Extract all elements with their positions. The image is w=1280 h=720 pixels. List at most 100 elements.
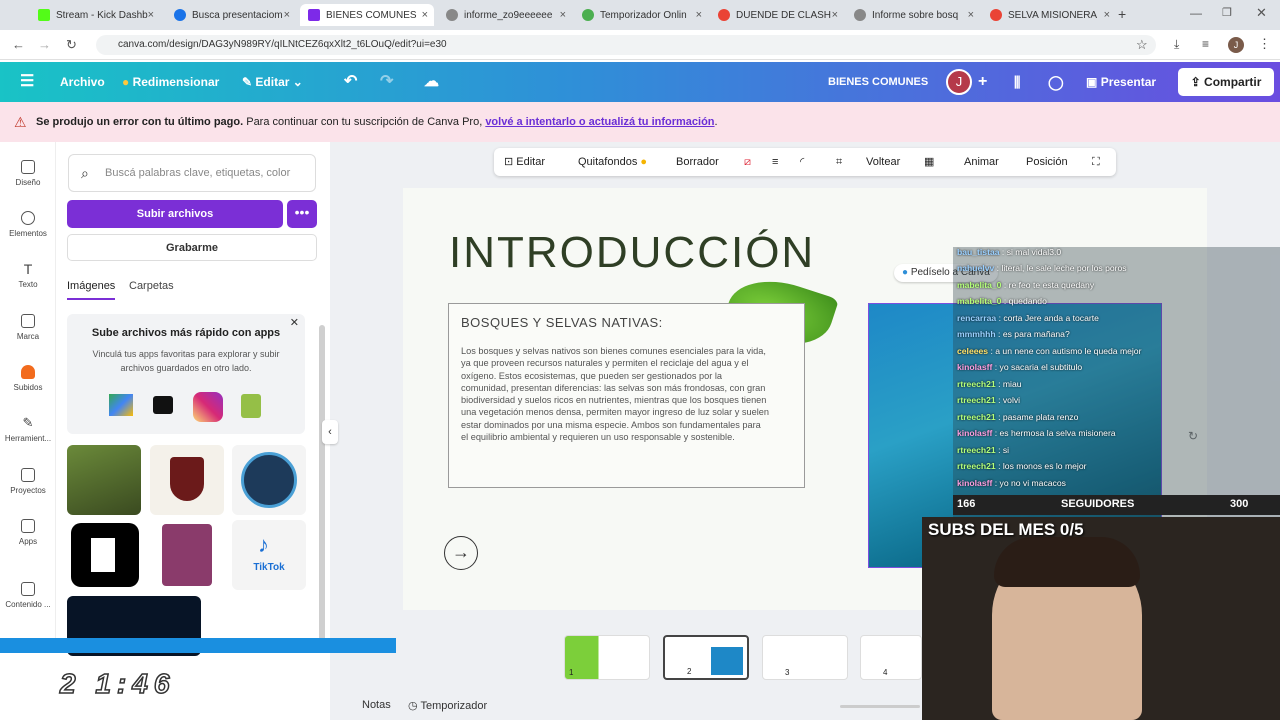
edit-menu[interactable]: ✎ Editar ⌄ bbox=[242, 62, 303, 102]
maximize-button[interactable]: ❐ bbox=[1222, 6, 1232, 19]
download-icon[interactable]: ⤓ bbox=[1174, 37, 1179, 52]
close-icon[interactable]: × bbox=[560, 9, 566, 21]
file-menu[interactable]: Archivo bbox=[60, 62, 105, 102]
panel-scrollbar[interactable] bbox=[319, 325, 325, 645]
crest-icon bbox=[170, 457, 204, 501]
rail-design[interactable]: Diseño bbox=[0, 160, 56, 187]
globe-icon bbox=[854, 9, 866, 21]
tiktok-thumbnail[interactable]: ♪ TikTok bbox=[232, 520, 306, 590]
back-icon[interactable]: ← bbox=[12, 37, 25, 52]
close-icon[interactable]: × bbox=[422, 9, 428, 21]
bg-remover-button[interactable]: Quitafondos ● bbox=[578, 148, 647, 176]
slide-title[interactable]: INTRODUCCIÓN bbox=[449, 228, 815, 278]
flip-button[interactable]: Voltear bbox=[866, 148, 900, 176]
comment-icon[interactable]: ◯ bbox=[1048, 62, 1064, 102]
browser-tab-1[interactable]: Stream - Kick Dashb × bbox=[30, 4, 160, 26]
collaborator-avatar[interactable]: J bbox=[946, 69, 972, 95]
forward-icon[interactable]: → bbox=[38, 37, 51, 52]
corner-radius-icon[interactable]: ◜ bbox=[800, 148, 804, 176]
search-input[interactable]: ⌕ Buscá palabras clave, etiquetas, color bbox=[68, 154, 316, 192]
tab-images[interactable]: Imágenes bbox=[67, 280, 116, 300]
instagram-icon[interactable] bbox=[193, 392, 223, 422]
rail-tools[interactable]: ✎ Herramient... bbox=[0, 416, 56, 444]
rail-brand[interactable]: Marca bbox=[0, 314, 56, 341]
upload-thumbnail[interactable] bbox=[67, 445, 141, 515]
upload-thumbnail[interactable] bbox=[150, 445, 224, 515]
slide-subheading[interactable]: BOSQUES Y SELVAS NATIVAS: bbox=[461, 315, 663, 330]
copy-style-icon[interactable]: ⛶ bbox=[1092, 148, 1100, 176]
add-collaborator-icon[interactable]: + bbox=[978, 62, 987, 102]
insights-icon[interactable]: ⫼ bbox=[1014, 62, 1020, 102]
shopify-icon[interactable] bbox=[241, 394, 261, 418]
retry-payment-link[interactable]: volvé a intentarlo o actualizá tu inform… bbox=[485, 116, 714, 128]
bookmark-star-icon[interactable]: ☆ bbox=[1136, 37, 1148, 53]
browser-tab-5[interactable]: Temporizador Onlin × bbox=[574, 4, 708, 26]
eraser-button[interactable]: Borrador bbox=[676, 148, 719, 176]
url-field[interactable]: canva.com/design/DAG3yN989RY/qILNtCEZ6qx… bbox=[96, 35, 1156, 55]
close-window-button[interactable]: ✕ bbox=[1256, 5, 1267, 21]
edit-image-button[interactable]: ⊡ Editar bbox=[504, 148, 545, 176]
animate-button[interactable]: Animar bbox=[964, 148, 999, 176]
upload-thumbnail[interactable] bbox=[232, 445, 306, 515]
border-style-icon[interactable]: ≡ bbox=[772, 148, 778, 176]
media-icon[interactable]: ≡ bbox=[1202, 37, 1209, 51]
rail-elements[interactable]: Elementos bbox=[0, 211, 56, 238]
transparency-icon[interactable]: ⧄ bbox=[744, 148, 751, 176]
close-icon[interactable]: × bbox=[968, 9, 974, 21]
document-title[interactable]: BIENES COMUNES bbox=[828, 62, 928, 102]
undo-icon[interactable]: ↶ bbox=[344, 62, 357, 102]
page-thumbnail-4[interactable]: 4 bbox=[860, 635, 922, 680]
browser-tab-8[interactable]: SELVA MISIONERA × bbox=[982, 4, 1116, 26]
hamburger-icon[interactable]: ☰ bbox=[20, 62, 34, 102]
text-icon: T bbox=[23, 261, 33, 277]
browser-tab-6[interactable]: DUENDE DE CLASH × bbox=[710, 4, 844, 26]
timer-button[interactable]: ◷ Temporizador bbox=[408, 699, 487, 712]
kebab-menu-icon[interactable]: ⋮ bbox=[1258, 36, 1271, 52]
redo-icon[interactable]: ↷ bbox=[380, 62, 393, 102]
rail-uploads[interactable]: Subidos bbox=[0, 365, 56, 392]
close-icon[interactable]: × bbox=[696, 9, 702, 21]
resize-button[interactable]: ● Redimensionar bbox=[122, 62, 219, 102]
share-button[interactable]: ⇪ Compartir bbox=[1178, 68, 1274, 96]
cloud-sync-icon[interactable]: ☁ bbox=[424, 62, 439, 102]
google-drive-icon[interactable] bbox=[109, 394, 133, 416]
rail-text[interactable]: T Texto bbox=[0, 262, 56, 289]
rail-projects[interactable]: Proyectos bbox=[0, 468, 56, 495]
close-icon[interactable]: × bbox=[284, 9, 290, 21]
rail-apps[interactable]: Apps bbox=[0, 519, 56, 546]
notes-button[interactable]: Notas bbox=[362, 699, 391, 711]
position-button[interactable]: Posición bbox=[1026, 148, 1068, 176]
page-thumbnail-1[interactable]: 1 bbox=[564, 635, 650, 680]
crop-icon[interactable]: ⌗ bbox=[836, 148, 842, 176]
minimize-button[interactable]: — bbox=[1190, 6, 1202, 20]
collapse-panel-button[interactable]: ‹ bbox=[322, 420, 338, 444]
page-thumbnail-2[interactable]: 2 bbox=[663, 635, 749, 680]
apps-grid-icon bbox=[21, 519, 35, 533]
browser-tab-3[interactable]: BIENES COMUNES × bbox=[300, 4, 434, 26]
transparency-grid-icon[interactable]: ▦ bbox=[924, 148, 934, 176]
present-button[interactable]: ▣ Presentar bbox=[1086, 62, 1156, 102]
close-icon[interactable]: × bbox=[832, 9, 838, 21]
capcut-icon[interactable] bbox=[153, 396, 173, 414]
badge-icon bbox=[241, 452, 297, 508]
browser-tab-2[interactable]: Busca presentaciom × bbox=[166, 4, 296, 26]
browser-tab-7[interactable]: Informe sobre bosq × bbox=[846, 4, 980, 26]
new-tab-button[interactable]: + bbox=[1118, 6, 1126, 22]
upload-thumbnail[interactable] bbox=[150, 520, 224, 590]
reload-icon[interactable]: ↻ bbox=[66, 37, 77, 53]
browser-tab-4[interactable]: informe_zo9eeeeee × bbox=[438, 4, 572, 26]
more-options-button[interactable]: ••• bbox=[287, 200, 317, 228]
close-icon[interactable]: × bbox=[148, 9, 154, 21]
rail-content[interactable]: Contenido ... bbox=[0, 582, 56, 609]
tab-folders[interactable]: Carpetas bbox=[129, 280, 174, 292]
upload-files-button[interactable]: Subir archivos bbox=[67, 200, 283, 228]
zoom-slider[interactable] bbox=[840, 705, 920, 708]
upload-thumbnail[interactable] bbox=[67, 520, 141, 590]
profile-avatar[interactable]: J bbox=[1228, 37, 1244, 53]
chat-message: mmmhhh : es para mañana? bbox=[957, 329, 1070, 339]
slide-paragraph[interactable]: Los bosques y selvas nativos son bienes … bbox=[461, 345, 769, 443]
arrow-right-icon[interactable]: → bbox=[444, 536, 478, 570]
page-thumbnail-3[interactable]: 3 bbox=[762, 635, 848, 680]
close-icon[interactable]: × bbox=[1104, 9, 1110, 21]
record-yourself-button[interactable]: Grabarme bbox=[67, 234, 317, 261]
